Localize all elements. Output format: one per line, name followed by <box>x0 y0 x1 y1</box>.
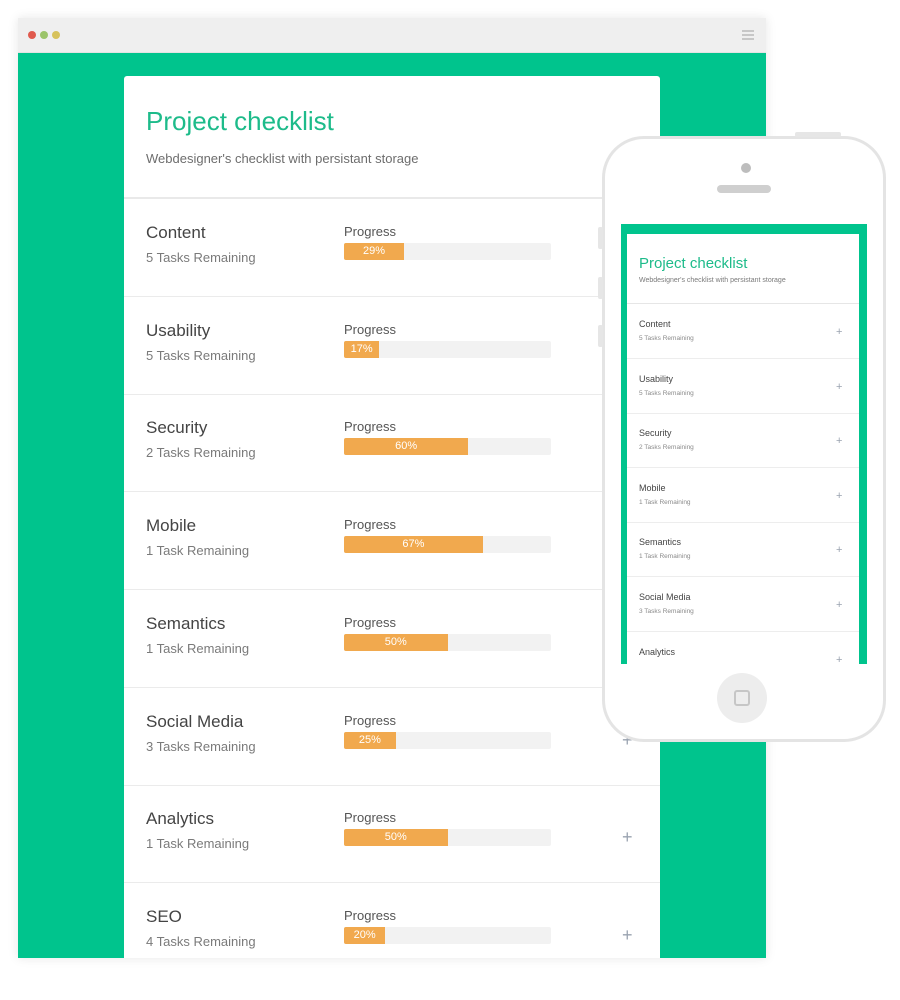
checklist-row[interactable]: Usability5 Tasks RemainingProgress17%+ <box>124 297 660 395</box>
checklist-row[interactable]: Content5 Tasks RemainingProgress29%+ <box>124 199 660 297</box>
maximize-window-dot[interactable] <box>52 31 60 39</box>
minimize-window-dot[interactable] <box>40 31 48 39</box>
category-name: Semantics <box>146 613 226 633</box>
mobile-checklist-row[interactable]: Usability 5 Tasks Remaining + <box>627 359 859 414</box>
progress-label: Progress <box>344 907 397 923</box>
mobile-expand-plus-icon[interactable]: + <box>836 599 842 611</box>
checklist-row[interactable]: Mobile1 Task RemainingProgress67%+ <box>124 492 660 591</box>
camera-icon <box>741 163 751 173</box>
page-subtitle: Webdesigner's checklist with persistant … <box>146 151 419 166</box>
volume-down-button <box>598 325 603 347</box>
browser-titlebar <box>18 18 766 53</box>
progress-label: Progress <box>344 517 397 533</box>
category-name: Social Media <box>146 711 244 731</box>
tasks-remaining: 2 Tasks Remaining <box>146 445 256 461</box>
mobile-expand-plus-icon[interactable]: + <box>836 326 842 338</box>
progress-fill: 60% <box>344 438 469 456</box>
mobile-category-name: Mobile <box>639 482 666 493</box>
mobile-category-name: Semantics <box>639 537 682 548</box>
category-name: Analytics <box>146 809 215 829</box>
progress-label: Progress <box>344 712 397 728</box>
speaker-grille <box>717 185 771 193</box>
mobile-checklist-row[interactable]: Security 2 Tasks Remaining + <box>627 413 859 469</box>
page-title: Project checklist <box>146 106 334 136</box>
checklist-card: Project checklist Webdesigner's checklis… <box>124 76 660 958</box>
mobile-tasks-remaining: 1 Task Remaining <box>639 498 691 506</box>
progress-bar: 67% <box>344 536 551 554</box>
mobile-expand-plus-icon[interactable]: + <box>836 544 842 556</box>
category-name: SEO <box>146 906 182 926</box>
checklist-row[interactable]: Security2 Tasks RemainingProgress60%+ <box>124 394 660 493</box>
power-button <box>795 132 841 137</box>
progress-bar: 50% <box>344 829 551 847</box>
progress-fill: 50% <box>344 633 448 651</box>
volume-up-button <box>598 277 603 299</box>
progress-label: Progress <box>344 419 397 435</box>
checklist-row[interactable]: Social Media 3 Tasks Remaining Progress 25%… <box>124 688 660 786</box>
mobile-tasks-remaining: 1 Task Remaining <box>639 553 691 561</box>
tasks-remaining: 5 Tasks Remaining <box>146 347 256 363</box>
close-window-dot[interactable] <box>28 31 36 39</box>
mobile-category-name: Content <box>639 319 671 329</box>
mobile-expand-plus-icon[interactable]: + <box>836 381 842 393</box>
progress-label: Progress <box>344 321 397 337</box>
progress-bar: 29% <box>344 243 551 260</box>
mobile-expand-plus-icon[interactable]: + <box>836 490 842 502</box>
checklist-row[interactable]: Analytics 1 Task Remaining Progress 50% + <box>124 785 660 884</box>
category-name: Content <box>146 223 206 242</box>
menu-icon[interactable] <box>742 30 754 40</box>
mobile-category-name: Analytics <box>639 646 676 657</box>
tasks-remaining: 5 Tasks Remaining <box>146 250 256 265</box>
mobile-checklist-row[interactable]: Social Media 3 Tasks Remaining + <box>627 577 859 632</box>
mobile-checklist-row[interactable]: Semantics 1 Task Remaining + <box>627 522 859 578</box>
progress-bar: 17% <box>344 340 551 358</box>
mute-switch <box>598 227 603 249</box>
checklist-row[interactable]: SEO 4 Tasks Remaining Progress 20% + <box>124 883 660 958</box>
progress-fill: 67% <box>344 536 483 554</box>
mobile-expand-plus-icon[interactable]: + <box>836 435 842 447</box>
tasks-remaining: 4 Tasks Remaining <box>146 933 256 949</box>
mobile-tasks-remaining: 5 Tasks Remaining <box>639 389 694 397</box>
expand-plus-icon[interactable]: + <box>622 827 633 848</box>
progress-fill: 50% <box>344 829 448 847</box>
progress-label: Progress <box>344 224 397 239</box>
progress-bar: 50% <box>344 633 551 651</box>
home-square-icon <box>734 690 750 706</box>
progress-fill: 20% <box>344 926 386 944</box>
progress-fill: 25% <box>344 731 396 749</box>
expand-plus-icon[interactable]: + <box>622 925 633 946</box>
mobile-checklist-card: Project checklist Webdesigner's checklis… <box>627 234 859 664</box>
mobile-checklist-row[interactable]: Analytics + <box>627 632 859 664</box>
mobile-category-name: Usability <box>639 373 674 384</box>
mobile-expand-plus-icon[interactable]: + <box>836 654 842 664</box>
progress-label: Progress <box>344 614 397 630</box>
progress-bar: 60% <box>344 438 551 456</box>
mobile-page-subtitle: Webdesigner's checklist with persistant … <box>639 277 786 284</box>
mobile-checklist-row[interactable]: Mobile 1 Task Remaining + <box>627 468 859 523</box>
mobile-category-name: Security <box>639 428 672 439</box>
phone-screen: Project checklist Webdesigner's checklis… <box>621 224 867 664</box>
mobile-tasks-remaining: 5 Tasks Remaining <box>639 335 694 342</box>
phone-mockup: Project checklist Webdesigner's checklis… <box>598 132 886 742</box>
progress-fill: 17% <box>344 340 380 358</box>
mobile-checklist-row[interactable]: Content 5 Tasks Remaining + <box>627 304 859 359</box>
progress-label: Progress <box>344 810 397 826</box>
mobile-tasks-remaining: 2 Tasks Remaining <box>639 444 694 452</box>
progress-bar: 20% <box>344 926 551 944</box>
home-button[interactable] <box>717 673 767 723</box>
mobile-page-title: Project checklist <box>639 255 748 272</box>
category-name: Usability <box>146 320 211 340</box>
category-name: Security <box>146 418 208 438</box>
progress-fill: 29% <box>344 243 405 260</box>
tasks-remaining: 1 Task Remaining <box>146 836 250 852</box>
tasks-remaining: 1 Task Remaining <box>146 543 250 559</box>
mobile-tasks-remaining: 3 Tasks Remaining <box>639 608 694 615</box>
progress-bar: 25% <box>344 731 551 749</box>
mobile-category-name: Social Media <box>639 592 691 602</box>
tasks-remaining: 1 Task Remaining <box>146 640 250 656</box>
category-name: Mobile <box>146 516 197 536</box>
checklist-row[interactable]: Semantics1 Task RemainingProgress50%+ <box>124 590 660 688</box>
tasks-remaining: 3 Tasks Remaining <box>146 738 256 754</box>
